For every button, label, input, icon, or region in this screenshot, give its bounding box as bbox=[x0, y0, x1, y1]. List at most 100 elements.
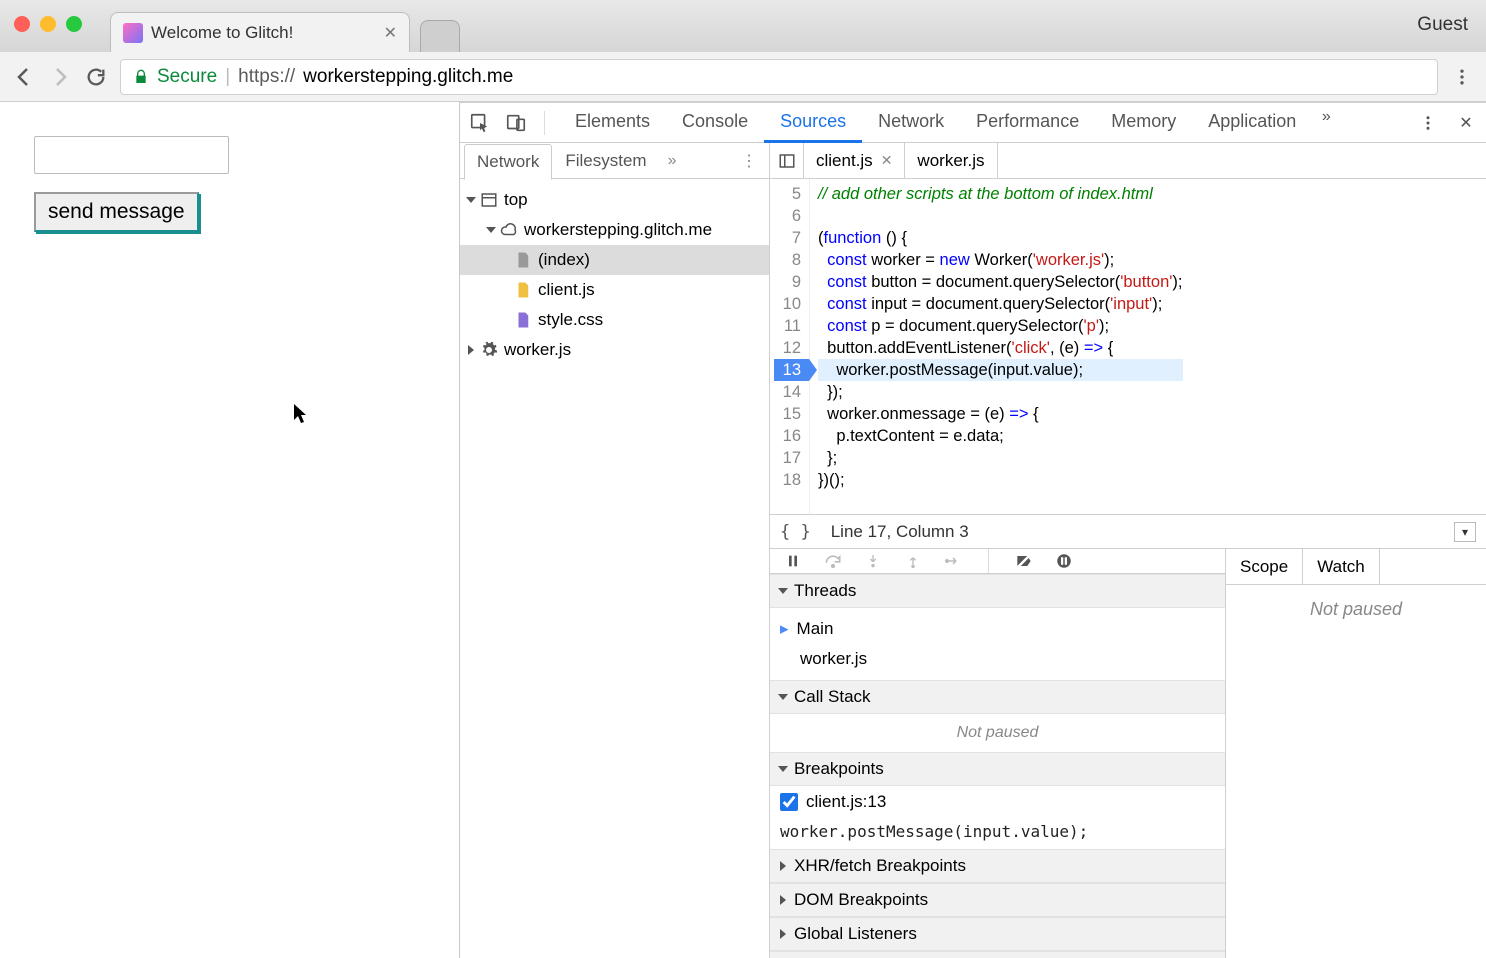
browser-menu-icon[interactable] bbox=[1450, 65, 1474, 89]
new-tab-button[interactable] bbox=[420, 20, 460, 52]
tab-application[interactable]: Application bbox=[1192, 103, 1312, 143]
browser-tabstrip: Welcome to Glitch! ✕ Guest bbox=[0, 0, 1486, 52]
devtools-toolbar: Elements Console Sources Network Perform… bbox=[460, 103, 1486, 143]
step-into-icon[interactable] bbox=[862, 550, 884, 572]
section-breakpoints[interactable]: Breakpoints bbox=[770, 752, 1225, 786]
editor-tab-workerjs[interactable]: worker.js bbox=[905, 143, 997, 178]
frame-icon bbox=[480, 191, 498, 209]
breakpoint-item[interactable]: client.js:13 bbox=[770, 786, 1225, 818]
secure-label: Secure bbox=[157, 66, 217, 88]
tree-label: (index) bbox=[538, 250, 590, 270]
tab-memory[interactable]: Memory bbox=[1095, 103, 1192, 143]
navigator-tab-network[interactable]: Network bbox=[464, 144, 552, 180]
favicon-icon bbox=[123, 23, 143, 43]
disclosure-icon[interactable] bbox=[486, 227, 496, 233]
tabs-overflow-icon[interactable]: » bbox=[1312, 103, 1340, 131]
tree-top[interactable]: top bbox=[460, 185, 769, 215]
devtools-menu-icon[interactable] bbox=[1414, 109, 1442, 137]
section-threads[interactable]: Threads bbox=[770, 574, 1225, 608]
toggle-navigator-icon[interactable] bbox=[770, 143, 804, 178]
pause-on-exceptions-icon[interactable] bbox=[1053, 550, 1075, 572]
section-callstack[interactable]: Call Stack bbox=[770, 680, 1225, 714]
current-thread-icon: ▸ bbox=[780, 619, 789, 639]
tree-label: workerstepping.glitch.me bbox=[524, 220, 712, 240]
pretty-print-icon[interactable]: { } bbox=[780, 522, 811, 542]
editor-statusbar: { } Line 17, Column 3 ▾ bbox=[770, 514, 1486, 548]
tree-file-index[interactable]: (index) bbox=[460, 245, 769, 275]
tab-network[interactable]: Network bbox=[862, 103, 960, 143]
js-file-icon bbox=[514, 281, 532, 299]
navigator-menu-icon[interactable]: ⋮ bbox=[741, 151, 757, 171]
mouse-cursor-icon bbox=[294, 404, 310, 424]
browser-tab-active[interactable]: Welcome to Glitch! ✕ bbox=[110, 12, 410, 52]
url-host: workerstepping.glitch.me bbox=[303, 66, 513, 88]
section-xhr[interactable]: XHR/fetch Breakpoints bbox=[770, 849, 1225, 883]
navigator-overflow-icon[interactable]: » bbox=[668, 152, 677, 170]
pause-icon[interactable] bbox=[782, 550, 804, 572]
tab-close-icon[interactable]: ✕ bbox=[384, 23, 397, 43]
breakpoint-checkbox[interactable] bbox=[780, 793, 798, 811]
deactivate-breakpoints-icon[interactable] bbox=[1013, 550, 1035, 572]
lock-icon bbox=[133, 69, 149, 85]
tab-scope[interactable]: Scope bbox=[1226, 549, 1303, 584]
window-close-button[interactable] bbox=[14, 16, 30, 32]
thread-worker[interactable]: worker.js bbox=[780, 644, 1215, 674]
tab-watch[interactable]: Watch bbox=[1303, 549, 1380, 584]
editor-tab-label: client.js bbox=[816, 151, 873, 171]
disclosure-icon[interactable] bbox=[468, 345, 474, 355]
inspect-element-icon[interactable] bbox=[466, 109, 494, 137]
tree-file-stylecss[interactable]: style.css bbox=[460, 305, 769, 335]
callstack-status: Not paused bbox=[770, 714, 1225, 752]
thread-main[interactable]: ▸Main bbox=[780, 614, 1215, 644]
step-over-icon[interactable] bbox=[822, 550, 844, 572]
editor-dropdown-icon[interactable]: ▾ bbox=[1454, 522, 1476, 542]
profile-label[interactable]: Guest bbox=[1417, 14, 1468, 36]
tab-close-icon[interactable]: ✕ bbox=[881, 152, 893, 169]
section-dom[interactable]: DOM Breakpoints bbox=[770, 883, 1225, 917]
tree-domain[interactable]: workerstepping.glitch.me bbox=[460, 215, 769, 245]
tree-label: style.css bbox=[538, 310, 603, 330]
forward-button[interactable] bbox=[48, 65, 72, 89]
device-toggle-icon[interactable] bbox=[502, 109, 530, 137]
back-button[interactable] bbox=[12, 65, 36, 89]
document-icon bbox=[514, 251, 532, 269]
sources-editor: client.js ✕ worker.js 567891011121314151… bbox=[770, 143, 1486, 958]
tab-elements[interactable]: Elements bbox=[559, 103, 666, 143]
file-tree: top workerstepping.glitch.me (index) cli… bbox=[460, 179, 769, 958]
step-out-icon[interactable] bbox=[902, 550, 924, 572]
tab-sources[interactable]: Sources bbox=[764, 103, 862, 143]
step-icon[interactable] bbox=[942, 550, 964, 572]
navigator-tab-filesystem[interactable]: Filesystem bbox=[552, 143, 659, 179]
toolbar: Secure | https://workerstepping.glitch.m… bbox=[0, 52, 1486, 102]
section-eventlistener[interactable]: Event Listener Breakpoints bbox=[770, 951, 1225, 958]
window-controls bbox=[14, 16, 82, 32]
disclosure-icon[interactable] bbox=[466, 197, 476, 203]
gear-icon bbox=[480, 341, 498, 359]
tab-performance[interactable]: Performance bbox=[960, 103, 1095, 143]
address-bar[interactable]: Secure | https://workerstepping.glitch.m… bbox=[120, 59, 1438, 95]
tab-title: Welcome to Glitch! bbox=[151, 23, 376, 43]
tree-file-clientjs[interactable]: client.js bbox=[460, 275, 769, 305]
section-global[interactable]: Global Listeners bbox=[770, 917, 1225, 951]
breakpoint-label: client.js:13 bbox=[806, 792, 886, 812]
tree-worker[interactable]: worker.js bbox=[460, 335, 769, 365]
cursor-position: Line 17, Column 3 bbox=[831, 522, 969, 542]
tree-label: client.js bbox=[538, 280, 595, 300]
editor-tab-clientjs[interactable]: client.js ✕ bbox=[804, 143, 905, 178]
send-message-button[interactable]: send message bbox=[34, 192, 199, 232]
code-editor[interactable]: 56789101112131415161718 // add other scr… bbox=[770, 179, 1486, 514]
scope-status: Not paused bbox=[1310, 599, 1402, 620]
debugger-controls bbox=[770, 549, 1225, 574]
window-minimize-button[interactable] bbox=[40, 16, 56, 32]
devtools-close-icon[interactable]: ✕ bbox=[1452, 109, 1480, 137]
cloud-icon bbox=[500, 221, 518, 239]
breakpoint-code: worker.postMessage(input.value); bbox=[770, 818, 1225, 849]
tab-console[interactable]: Console bbox=[666, 103, 764, 143]
sources-navigator: Network Filesystem » ⋮ top workersteppin… bbox=[460, 143, 770, 958]
tree-label: worker.js bbox=[504, 340, 571, 360]
window-maximize-button[interactable] bbox=[66, 16, 82, 32]
reload-button[interactable] bbox=[84, 65, 108, 89]
debugger-pane: Threads ▸Main worker.js Call Stack Not p… bbox=[770, 548, 1486, 958]
devtools-tabs: Elements Console Sources Network Perform… bbox=[559, 103, 1406, 143]
message-input[interactable] bbox=[34, 136, 229, 174]
